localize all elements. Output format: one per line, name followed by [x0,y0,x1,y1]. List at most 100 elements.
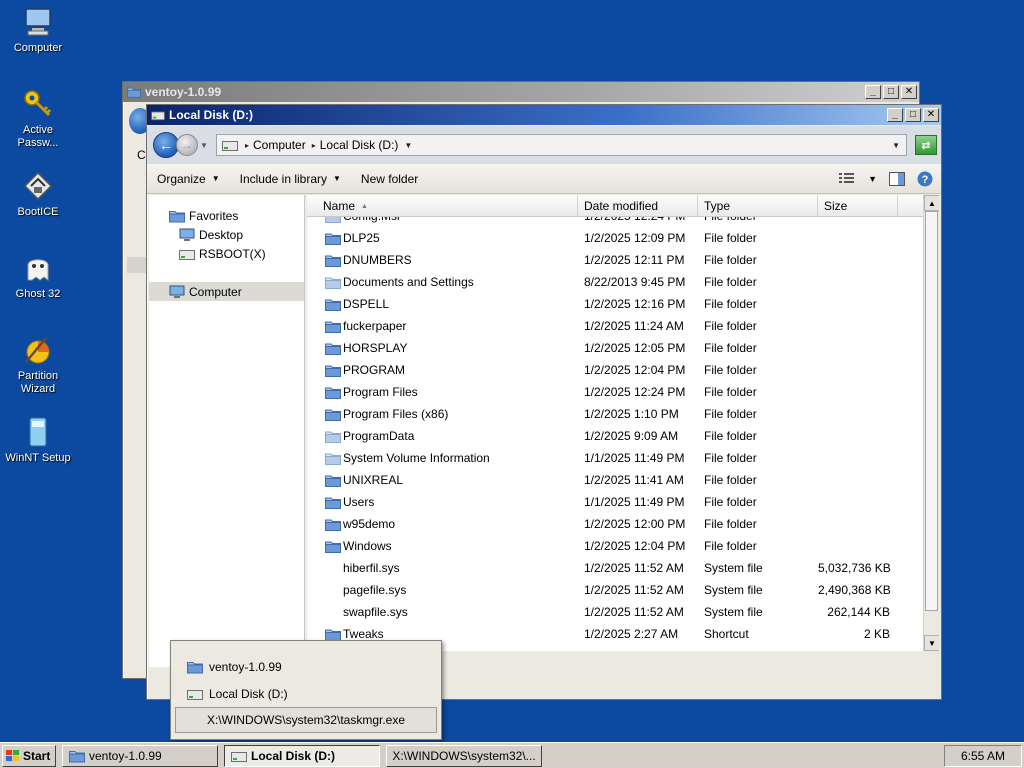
breadcrumb-separator[interactable]: ▸ [312,141,316,150]
recent-pages-dropdown[interactable]: ▼ [200,141,210,150]
table-row[interactable]: fuckerpaper 1/2/2025 11:24 AM File folder [307,315,923,337]
preview-pane-icon [889,171,905,186]
minimize-button[interactable]: _ [865,85,881,99]
titlebar-local-disk[interactable]: Local Disk (D:) _ □ ✕ [147,105,941,125]
breadcrumb-local-disk[interactable]: Local Disk (D:) [320,138,399,152]
key-icon [22,88,54,120]
shortcut-folder-icon [325,628,341,641]
drive-icon [187,687,203,701]
folder-icon [325,518,341,531]
folder-icon [325,342,341,355]
popup-item-local-disk[interactable]: Local Disk (D:) [187,683,288,705]
cell-name: DSPELL [307,297,578,311]
desktop-icon-bootice[interactable]: BootICE [4,170,72,219]
desktop-icon-label: BootICE [17,206,59,218]
table-row[interactable]: Config.Msi1/2/2025 12:24 PMFile folder [307,217,923,227]
drive-icon [151,109,165,121]
scroll-thumb[interactable] [925,211,938,611]
ghost-icon [22,252,54,284]
table-row[interactable]: hiberfil.sys 1/2/2025 11:52 AM System file… [307,557,923,579]
partition-wizard-icon [22,334,54,366]
table-row[interactable]: DSPELL 1/2/2025 12:16 PM File folder [307,293,923,315]
nav-computer[interactable]: Computer [149,282,304,301]
desktop-icon-computer[interactable]: Computer [4,6,72,55]
table-row[interactable]: Windows 1/2/2025 12:04 PM File folder [307,535,923,557]
popup-item-taskmgr[interactable]: X:\WINDOWS\system32\taskmgr.exe [175,707,437,733]
cell-date: 1/2/2025 12:04 PM [584,539,686,553]
table-row[interactable]: HORSPLAY 1/2/2025 12:05 PM File folder [307,337,923,359]
minimize-button[interactable]: _ [887,108,903,122]
clock[interactable]: 6:55 AM [944,744,1022,767]
maximize-button[interactable]: □ [905,108,921,122]
vertical-scrollbar[interactable]: ▲ ▼ [923,195,939,651]
start-button[interactable]: Start [2,744,56,767]
new-folder-button[interactable]: New folder [351,172,428,186]
cell-size: 2,490,368 KB [818,583,891,597]
column-date[interactable]: Date modified [578,195,698,217]
taskbar-window-list: ventoy-1.0.99 Local Disk (D:) X:\WINDOWS… [170,640,442,740]
nav-desktop[interactable]: Desktop [149,226,304,244]
table-row[interactable]: swapfile.sys 1/2/2025 11:52 AM System file… [307,601,923,623]
view-dropdown[interactable]: ▼ [862,174,883,184]
cell-size: 2 KB [863,627,890,641]
desktop-icon-ghost[interactable]: Ghost 32 [4,252,72,301]
table-row[interactable]: PROGRAM 1/2/2025 12:04 PM File folder [307,359,923,381]
popup-item-ventoy[interactable]: ventoy-1.0.99 [187,656,282,678]
breadcrumb-dropdown[interactable]: ▼ [404,141,412,150]
desktop-icon-partition-wizard[interactable]: Partition Wizard [4,334,72,396]
table-row[interactable]: Documents and Settings 8/22/2013 9:45 PM F… [307,271,923,293]
cell-date: 1/2/2025 11:41 AM [584,473,684,487]
help-button[interactable]: ? [911,171,941,187]
window-local-disk[interactable]: Local Disk (D:) _ □ ✕ ← → ▼ ▸ Computer ▸… [146,104,942,700]
table-row[interactable]: w95demo 1/2/2025 12:00 PM File folder [307,513,923,535]
cell-name: HORSPLAY [307,341,578,355]
computer-icon [22,6,54,38]
task-local-disk[interactable]: Local Disk (D:) [224,744,380,767]
table-row[interactable]: DLP25 1/2/2025 12:09 PM File folder [307,227,923,249]
breadcrumb-computer[interactable]: Computer [253,138,306,152]
folder-icon [325,452,341,465]
breadcrumb-separator[interactable]: ▸ [245,141,249,150]
task-ventoy[interactable]: ventoy-1.0.99 [62,744,218,767]
view-options-button[interactable] [832,172,862,186]
forward-button[interactable]: → [176,134,198,156]
include-in-library-button[interactable]: Include in library ▼ [230,172,351,186]
table-row[interactable]: pagefile.sys 1/2/2025 11:52 AM System file… [307,579,923,601]
close-button[interactable]: ✕ [923,108,939,122]
cell-name: swapfile.sys [307,605,578,619]
table-row[interactable]: Program Files (x86) 1/2/2025 1:10 PM File … [307,403,923,425]
address-bar[interactable]: ▸ Computer ▸ Local Disk (D:) ▼ ▼ [216,134,907,156]
column-name[interactable]: Name ▲ [307,195,578,217]
organize-button[interactable]: Organize ▼ [147,172,230,186]
nav-favorites[interactable]: Favorites [149,207,304,225]
cell-type: File folder [704,231,757,245]
folder-icon [325,474,341,487]
scroll-up-button[interactable]: ▲ [924,195,939,211]
cell-type: File folder [704,451,757,465]
file-list[interactable]: Name▲ Date modified Type Size Config.Msi… [307,195,939,651]
cell-name: DNUMBERS [307,253,578,267]
column-size[interactable]: Size [818,195,898,217]
titlebar-ventoy[interactable]: ventoy-1.0.99 _ □ ✕ [123,82,919,102]
close-button[interactable]: ✕ [901,85,917,99]
column-type[interactable]: Type [698,195,818,217]
scroll-down-button[interactable]: ▼ [924,635,939,651]
table-row[interactable]: UNIXREAL 1/2/2025 11:41 AM File folder [307,469,923,491]
refresh-icon[interactable]: ⇄ [915,135,937,155]
preview-pane-button[interactable] [883,171,911,186]
desktop-icon-key[interactable]: Active Passw... [4,88,72,150]
folder-icon [187,660,203,674]
cell-type: File folder [704,319,757,333]
table-row[interactable]: System Volume Information 1/1/2025 11:49 … [307,447,923,469]
table-row[interactable]: Program Files 1/2/2025 12:24 PM File folde… [307,381,923,403]
maximize-button[interactable]: □ [883,85,899,99]
table-row[interactable]: Users 1/1/2025 11:49 PM File folder [307,491,923,513]
nav-rsboot[interactable]: RSBOOT(X) [149,245,304,263]
cell-type: File folder [704,297,757,311]
address-history-dropdown[interactable]: ▼ [892,141,900,150]
table-row[interactable]: ProgramData 1/2/2025 9:09 AM File folder [307,425,923,447]
table-row[interactable]: DNUMBERS 1/2/2025 12:11 PM File folder [307,249,923,271]
task-taskmgr[interactable]: X:\WINDOWS\system32\... [386,744,542,767]
system-file-icon [325,606,341,619]
desktop-icon-setup[interactable]: WinNT Setup [4,416,72,465]
